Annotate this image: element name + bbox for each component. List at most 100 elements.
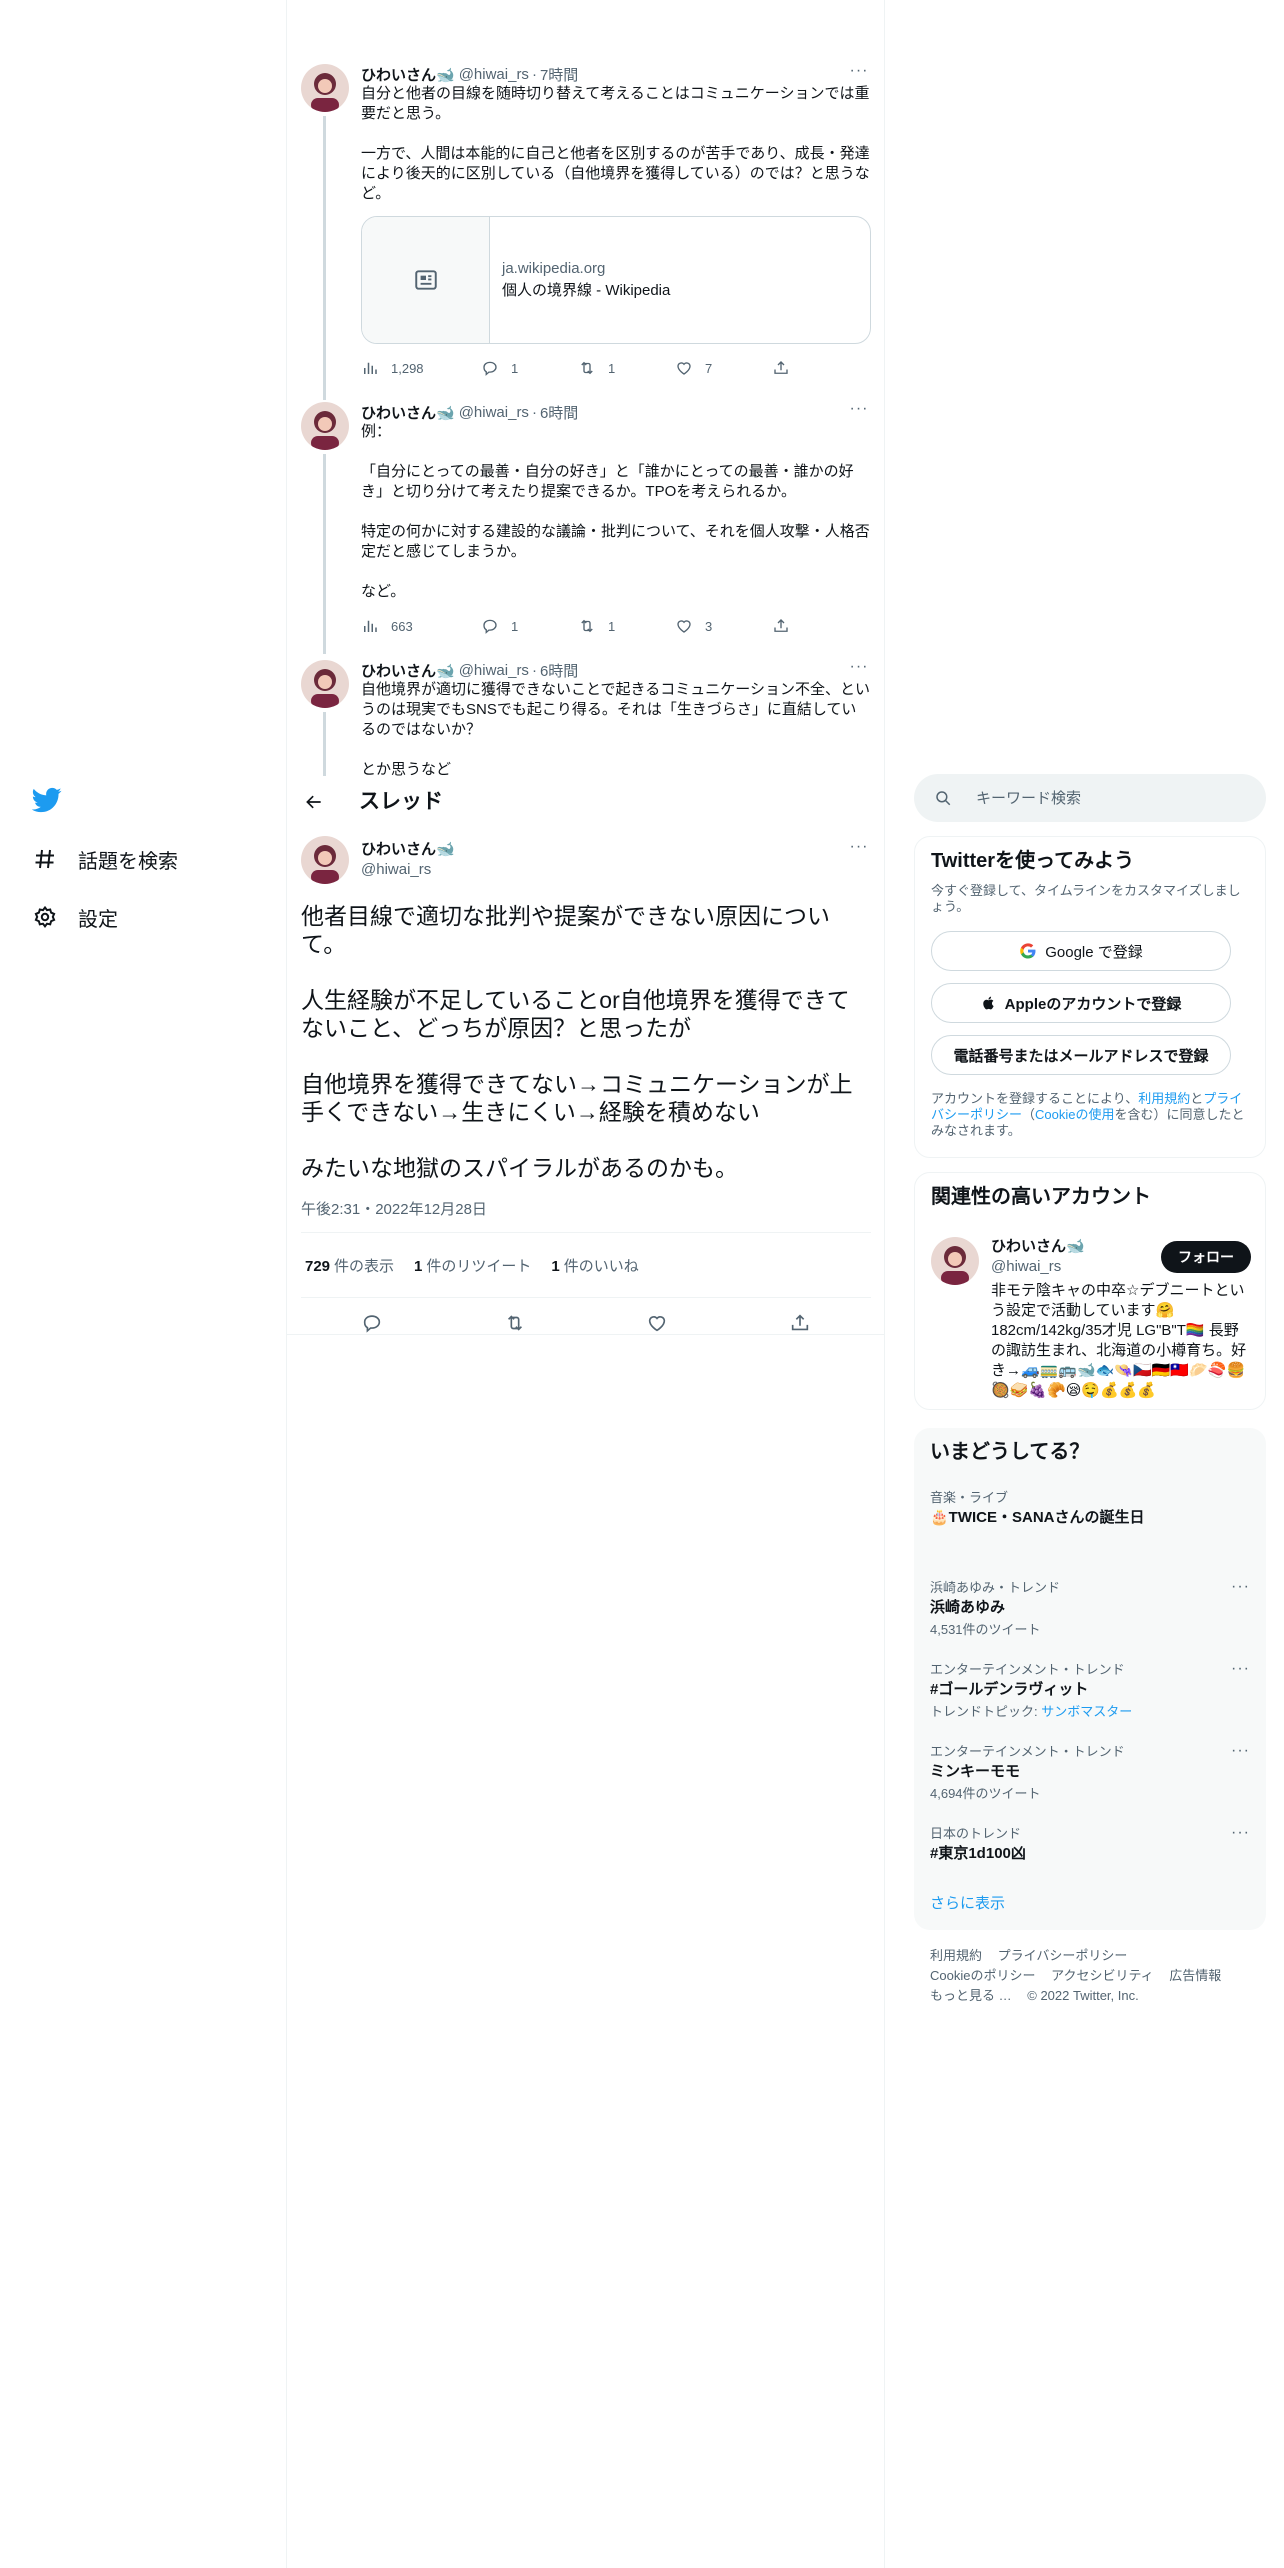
- more-options-icon[interactable]: ···: [847, 401, 871, 422]
- google-signup-button[interactable]: Google で登録: [931, 931, 1231, 971]
- trend-item[interactable]: 音楽・ライブ 🎂TWICE・SANAさんの誕生日: [930, 1490, 1250, 1528]
- related-accounts-panel: 関連性の高いアカウント ひわいさん🐋 @hiwai_rs フォロー 非モテ陰キャ…: [914, 1172, 1266, 1410]
- cookie-link[interactable]: Cookieの使用: [1035, 1107, 1114, 1122]
- avatar[interactable]: [301, 64, 349, 112]
- tweet-time[interactable]: 7時間: [540, 64, 578, 85]
- nav-item-settings[interactable]: 設定: [32, 897, 118, 937]
- more-options-icon[interactable]: ···: [1231, 1825, 1250, 1841]
- card-domain: ja.wikipedia.org: [502, 260, 606, 277]
- trend-item[interactable]: 日本のトレンド #東京1d100凶 ···: [930, 1825, 1250, 1864]
- like-button[interactable]: 3: [675, 617, 772, 635]
- footer-link[interactable]: プライバシーポリシー: [998, 1948, 1128, 1963]
- divider: [287, 1334, 884, 1335]
- trend-item[interactable]: エンターテインメント・トレンド #ゴールデンラヴィット トレンドトピック: サン…: [930, 1661, 1250, 1720]
- more-options-icon[interactable]: ···: [1231, 1661, 1250, 1677]
- like-button[interactable]: 7: [675, 359, 772, 377]
- retweet-button[interactable]: 1: [578, 359, 675, 377]
- share-button[interactable]: [772, 359, 802, 377]
- trend-category: 浜崎あゆみ・トレンド: [930, 1580, 1061, 1595]
- tweet-timestamp[interactable]: 午後2:31・2022年12月28日: [301, 1198, 487, 1219]
- follow-button[interactable]: フォロー: [1161, 1241, 1251, 1273]
- footer: 利用規約 プライバシーポリシー Cookieのポリシー アクセシビリティ 広告情…: [930, 1946, 1250, 2006]
- thread-tweet[interactable]: ひわいさん🐋 @hiwai_rs · 7時間 ··· 自分と他者の目線を随時切り…: [301, 63, 871, 400]
- footer-link[interactable]: Cookieのポリシー: [930, 1968, 1035, 1983]
- tweet-time[interactable]: 6時間: [540, 402, 578, 423]
- retweet-button[interactable]: 1: [578, 617, 675, 635]
- google-icon: [1019, 942, 1037, 960]
- like-button[interactable]: [646, 1312, 668, 1334]
- heart-icon: [677, 620, 691, 633]
- author-name[interactable]: ひわいさん🐋: [361, 660, 455, 681]
- footer-link[interactable]: 広告情報: [1169, 1968, 1221, 1983]
- separator-dot: ·: [531, 403, 537, 421]
- like-count: 7: [705, 360, 713, 376]
- card-title: 個人の境界線 - Wikipedia: [502, 282, 671, 299]
- more-options-icon[interactable]: ···: [1231, 1743, 1250, 1759]
- more-options-icon[interactable]: ···: [1231, 1579, 1250, 1595]
- trend-name: #ゴールデンラヴィット: [930, 1681, 1089, 1698]
- retweet-icon: [507, 1315, 522, 1331]
- retweet-icon: [581, 361, 593, 375]
- article-icon: [362, 217, 490, 343]
- trend-topic: トレンドトピック: サンボマスター: [930, 1704, 1133, 1719]
- footer-link[interactable]: アクセシビリティ: [1051, 1968, 1154, 1983]
- views-count: 1,298: [391, 360, 424, 376]
- footer-link[interactable]: もっと見る …: [930, 1988, 1012, 2003]
- footer-link[interactable]: 利用規約: [930, 1948, 982, 1963]
- author-handle[interactable]: @hiwai_rs: [459, 404, 529, 421]
- trend-topic-link[interactable]: サンボマスター: [1041, 1704, 1132, 1719]
- terms-link[interactable]: 利用規約: [1138, 1091, 1190, 1106]
- likes-stat[interactable]: 1 件のいいね: [551, 1255, 638, 1276]
- account-handle[interactable]: @hiwai_rs: [991, 1257, 1061, 1277]
- back-arrow-icon[interactable]: [301, 789, 327, 815]
- more-options-icon[interactable]: ···: [847, 660, 871, 680]
- avatar[interactable]: [301, 660, 349, 708]
- tweet-text: 自分と他者の目線を随時切り替えて考えることはコミュニケーションでは重要だと思う。…: [361, 85, 870, 202]
- show-more-link[interactable]: さらに表示: [930, 1892, 1005, 1913]
- more-options-icon[interactable]: ···: [847, 839, 871, 860]
- column-divider-right: [884, 0, 885, 2568]
- trend-item[interactable]: エンターテインメント・トレンド ミンキーモモ 4,694件のツイート ···: [930, 1743, 1250, 1802]
- share-button[interactable]: [789, 1312, 811, 1334]
- more-options-icon[interactable]: ···: [847, 63, 871, 84]
- apple-signup-button[interactable]: Appleのアカウントで登録: [931, 983, 1231, 1023]
- author-handle[interactable]: @hiwai_rs: [361, 860, 431, 880]
- panel-title: Twitterを使ってみよう: [931, 850, 1135, 872]
- retweet-button[interactable]: [504, 1312, 526, 1334]
- views-count: 663: [391, 618, 413, 634]
- tweet-text: 例： 「自分にとっての最善・自分の好き」と「誰かにとっての最善・誰かの好き」と切…: [361, 423, 870, 600]
- twitter-logo-icon[interactable]: [31, 785, 62, 815]
- retweets-stat[interactable]: 1 件のリツイート: [414, 1255, 531, 1276]
- tweet-time[interactable]: 6時間: [540, 660, 578, 681]
- heart-icon: [677, 362, 691, 375]
- author-name[interactable]: ひわいさん🐋: [361, 402, 455, 423]
- search-input[interactable]: [976, 789, 1256, 807]
- author-name[interactable]: ひわいさん🐋: [361, 840, 455, 860]
- nav-item-explore[interactable]: 話題を検索: [32, 839, 178, 879]
- views-button[interactable]: 663: [361, 617, 481, 635]
- author-handle[interactable]: @hiwai_rs: [459, 66, 529, 83]
- trend-item[interactable]: 浜崎あゆみ・トレンド 浜崎あゆみ 4,531件のツイート ···: [930, 1579, 1250, 1638]
- share-button[interactable]: [772, 617, 802, 635]
- link-card[interactable]: ja.wikipedia.org 個人の境界線 - Wikipedia: [361, 216, 871, 344]
- views-button[interactable]: 1,298: [361, 359, 481, 377]
- panel-title: 関連性の高いアカウント: [931, 1186, 1151, 1208]
- reply-button[interactable]: [361, 1312, 383, 1334]
- search-box[interactable]: [914, 774, 1266, 822]
- phone-email-signup-button[interactable]: 電話番号またはメールアドレスで登録: [931, 1035, 1231, 1075]
- author-name[interactable]: ひわいさん🐋: [361, 64, 455, 85]
- reply-button[interactable]: 1: [481, 359, 578, 377]
- avatar[interactable]: [931, 1237, 979, 1285]
- avatar[interactable]: [301, 402, 349, 450]
- analytics-icon: [364, 362, 377, 374]
- thread-tweet[interactable]: ひわいさん🐋 @hiwai_rs · 6時間 ··· 例： 「自分にとっての最善…: [301, 401, 871, 654]
- views-stat: 729 件の表示: [305, 1257, 395, 1275]
- left-navigation: 話題を検索 設定: [0, 0, 286, 2568]
- like-count: 3: [705, 618, 713, 634]
- account-name[interactable]: ひわいさん🐋: [991, 1237, 1085, 1257]
- avatar[interactable]: [301, 836, 349, 884]
- reply-button[interactable]: 1: [481, 617, 578, 635]
- author-handle[interactable]: @hiwai_rs: [459, 662, 529, 679]
- share-icon: [791, 1314, 808, 1331]
- thread-tweet[interactable]: ひわいさん🐋 @hiwai_rs · 6時間 ··· 自他境界が適切に獲得できな…: [301, 660, 871, 776]
